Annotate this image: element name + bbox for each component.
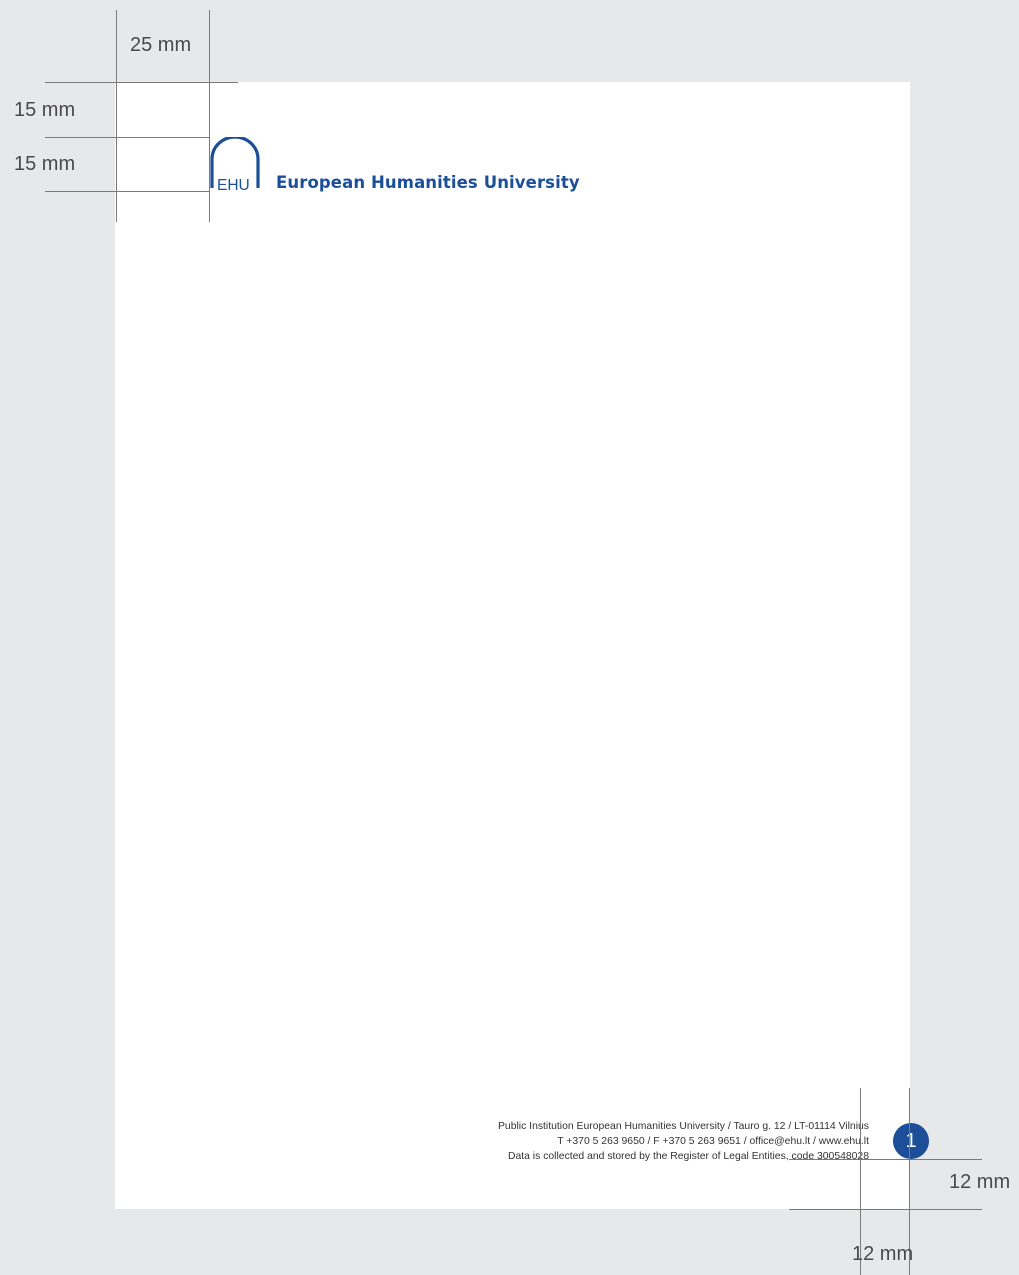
letterhead-page xyxy=(115,82,910,1209)
page-bottom-guide xyxy=(789,1209,982,1210)
page-top-guide xyxy=(45,82,238,83)
left-margin-label: 25 mm xyxy=(130,34,192,56)
logo-height-label: 15 mm xyxy=(14,153,76,175)
footer-address: Public Institution European Humanities U… xyxy=(498,1119,869,1164)
footer-line-contacts: T +370 5 263 9650 / F +370 5 263 9651 / … xyxy=(557,1136,869,1147)
logo-wordmark: European Humanities University xyxy=(276,173,580,192)
logo-monogram: EHU xyxy=(217,177,250,193)
bottom-right-margin-label: 12 mm xyxy=(949,1171,1011,1193)
bottom-margin-label: 12 mm xyxy=(852,1243,914,1265)
page-number-badge: 1 xyxy=(893,1123,929,1159)
logo-top-guide xyxy=(45,137,209,138)
footer-line-address: Public Institution European Humanities U… xyxy=(498,1121,869,1132)
top-margin-label: 15 mm xyxy=(14,99,76,121)
logo-bottom-guide xyxy=(45,191,209,192)
arch-mark-icon: EHU xyxy=(210,137,260,193)
footer-baseline-guide xyxy=(789,1159,982,1160)
ehu-logo: EHU European Humanities University xyxy=(209,137,580,193)
footer-line-registry: Data is collected and stored by the Regi… xyxy=(507,1151,869,1162)
